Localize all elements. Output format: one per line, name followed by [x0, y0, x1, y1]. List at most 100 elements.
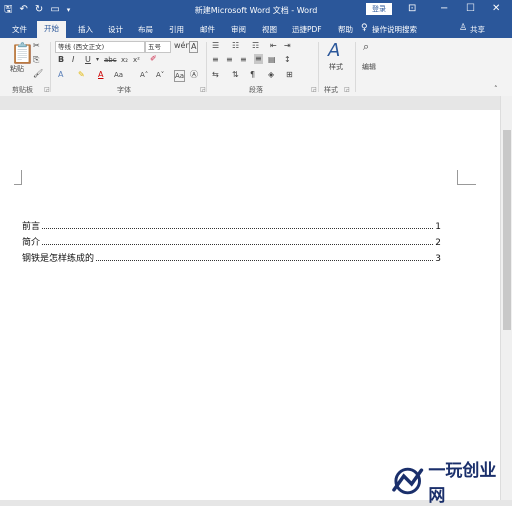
minimize-icon[interactable]: −	[440, 3, 448, 15]
ribbon: 📋 粘贴 ✂ ⎘ 🖌 剪贴板 ◲ 等线 (西文正文) 五号 wén A B I …	[0, 38, 512, 97]
chinese-layout-icon[interactable]: ⇆	[212, 70, 219, 80]
ribbon-tab-bar: 文件 开始 插入 设计 布局 引用 邮件 审阅 视图 迅捷PDF 帮助 ♀ 操作…	[0, 20, 512, 38]
styles-icon[interactable]: A	[328, 41, 340, 61]
text-effects-icon[interactable]: A	[58, 70, 63, 80]
person-icon: ♙	[459, 23, 468, 33]
clipboard-launcher-icon[interactable]: ◲	[44, 86, 50, 93]
styles-group-label: 样式	[324, 86, 338, 94]
line-spacing-icon[interactable]: ↕	[284, 55, 291, 65]
styles-launcher-icon[interactable]: ◲	[344, 86, 350, 93]
toc-leader	[42, 228, 434, 229]
toc-entry-title: 简介	[22, 238, 41, 248]
font-name-select[interactable]: 等线 (西文正文)	[55, 41, 145, 53]
tab-insert[interactable]: 插入	[78, 24, 93, 35]
group-separator	[50, 42, 51, 92]
increase-indent-icon[interactable]: ⇥	[284, 41, 291, 51]
tab-references[interactable]: 引用	[169, 24, 184, 35]
font-size-select[interactable]: 五号	[145, 41, 171, 53]
show-marks-icon[interactable]: ¶	[250, 70, 255, 80]
toc-entry-title: 前言	[22, 222, 41, 232]
paragraph-launcher-icon[interactable]: ◲	[311, 86, 317, 93]
subscript-icon[interactable]: x₂	[121, 55, 128, 65]
maximize-icon[interactable]: ☐	[466, 3, 475, 15]
tab-layout[interactable]: 布局	[138, 24, 153, 35]
underline-icon[interactable]: U	[85, 55, 91, 65]
login-button[interactable]: 登录	[366, 3, 392, 15]
format-painter-icon[interactable]: 🖌	[33, 69, 43, 79]
shading-icon[interactable]: ◈	[268, 70, 274, 80]
italic-icon[interactable]: I	[72, 55, 74, 65]
editing-search-icon[interactable]: ⌕	[363, 41, 369, 52]
superscript-icon[interactable]: x²	[133, 55, 140, 65]
clear-formatting-icon[interactable]: ✐	[150, 54, 157, 64]
cut-icon[interactable]: ✂	[33, 41, 40, 51]
tell-me-search[interactable]: 操作说明搜索	[372, 24, 417, 35]
font-launcher-icon[interactable]: ◲	[200, 86, 206, 93]
bullets-icon[interactable]: ☰	[212, 41, 219, 51]
group-separator	[318, 42, 319, 92]
title-bar: 🖫 ↶ ↻ ▭ ▾ 新建Microsoft Word 文档 - Word 登录 …	[0, 0, 512, 20]
strikethrough-icon[interactable]: abc	[104, 55, 117, 65]
clipboard-group-label: 剪贴板	[12, 86, 33, 94]
toc-leader	[96, 260, 434, 261]
dropdown-arrow-icon[interactable]: ▾	[96, 55, 99, 65]
distributed-icon[interactable]: ▤	[268, 55, 276, 65]
tab-file[interactable]: 文件	[12, 24, 27, 35]
group-separator	[206, 42, 207, 92]
toc-entry-page: 2	[435, 238, 441, 248]
scrollbar-thumb[interactable]	[503, 130, 511, 330]
numbering-icon[interactable]: ☷	[232, 41, 239, 51]
change-case-icon[interactable]: Aa	[114, 70, 123, 80]
close-icon[interactable]: ✕	[492, 3, 500, 15]
grow-size-icon[interactable]: A˄	[140, 70, 148, 80]
watermark: 一玩创业网	[390, 461, 512, 506]
vertical-scrollbar[interactable]	[500, 96, 512, 500]
watermark-text: 一玩创业网	[428, 461, 497, 506]
toc-entry-page: 3	[435, 254, 441, 264]
multilevel-list-icon[interactable]: ☶	[252, 41, 259, 51]
phonetic-guide-icon[interactable]: Aa	[174, 70, 186, 82]
crop-mark-left	[14, 170, 22, 185]
crop-mark-right	[457, 170, 476, 185]
ribbon-display-options-icon[interactable]: ⊡	[408, 3, 416, 15]
toc-entry[interactable]: 钢铁是怎样练成的 3	[22, 250, 441, 264]
bold-icon[interactable]: B	[58, 55, 64, 65]
tab-home[interactable]: 开始	[37, 21, 66, 38]
align-left-icon[interactable]: ≡	[212, 55, 219, 65]
toc-entry[interactable]: 前言 1	[22, 218, 441, 232]
decrease-indent-icon[interactable]: ⇤	[270, 41, 277, 51]
toc-entry-title: 钢铁是怎样练成的	[22, 254, 95, 264]
tab-review[interactable]: 审阅	[231, 24, 246, 35]
lightbulb-icon: ♀	[361, 23, 368, 33]
tab-pdf[interactable]: 迅捷PDF	[292, 24, 322, 35]
window-title: 新建Microsoft Word 文档 - Word	[194, 6, 318, 15]
tab-help[interactable]: 帮助	[338, 24, 353, 35]
justify-icon[interactable]: ≡	[254, 54, 263, 64]
font-group-label: 字体	[117, 86, 131, 94]
editing-button[interactable]: 编辑	[362, 62, 376, 72]
tab-view[interactable]: 视图	[262, 24, 277, 35]
toc-entry[interactable]: 简介 2	[22, 234, 441, 248]
char-border-icon[interactable]: A	[189, 41, 199, 53]
copy-icon[interactable]: ⎘	[33, 55, 39, 65]
enclose-char-icon[interactable]: Ⓐ	[190, 70, 198, 80]
shrink-size-icon[interactable]: A˅	[156, 70, 164, 80]
font-color-icon[interactable]: A	[98, 70, 103, 80]
document-page[interactable]: 前言 1 简介 2 钢铁是怎样练成的 3	[0, 110, 500, 500]
collapse-ribbon-icon[interactable]: ˄	[494, 84, 498, 94]
align-right-icon[interactable]: ≡	[240, 55, 247, 65]
paste-button[interactable]: 粘贴	[10, 64, 24, 74]
watermark-logo-icon	[392, 467, 424, 495]
tab-design[interactable]: 设计	[108, 24, 123, 35]
paste-icon[interactable]: 📋	[10, 42, 35, 64]
borders-icon[interactable]: ⊞	[286, 70, 293, 80]
share-button[interactable]: 共享	[470, 24, 485, 35]
tab-mailings[interactable]: 邮件	[200, 24, 215, 35]
sort-icon[interactable]: ⇅	[232, 70, 239, 80]
paragraph-group-label: 段落	[249, 86, 263, 94]
styles-button[interactable]: 样式	[329, 62, 343, 72]
align-center-icon[interactable]: ≡	[226, 55, 233, 65]
toc-leader	[42, 244, 434, 245]
highlight-icon[interactable]: ✎	[78, 70, 85, 80]
group-separator	[355, 42, 356, 92]
